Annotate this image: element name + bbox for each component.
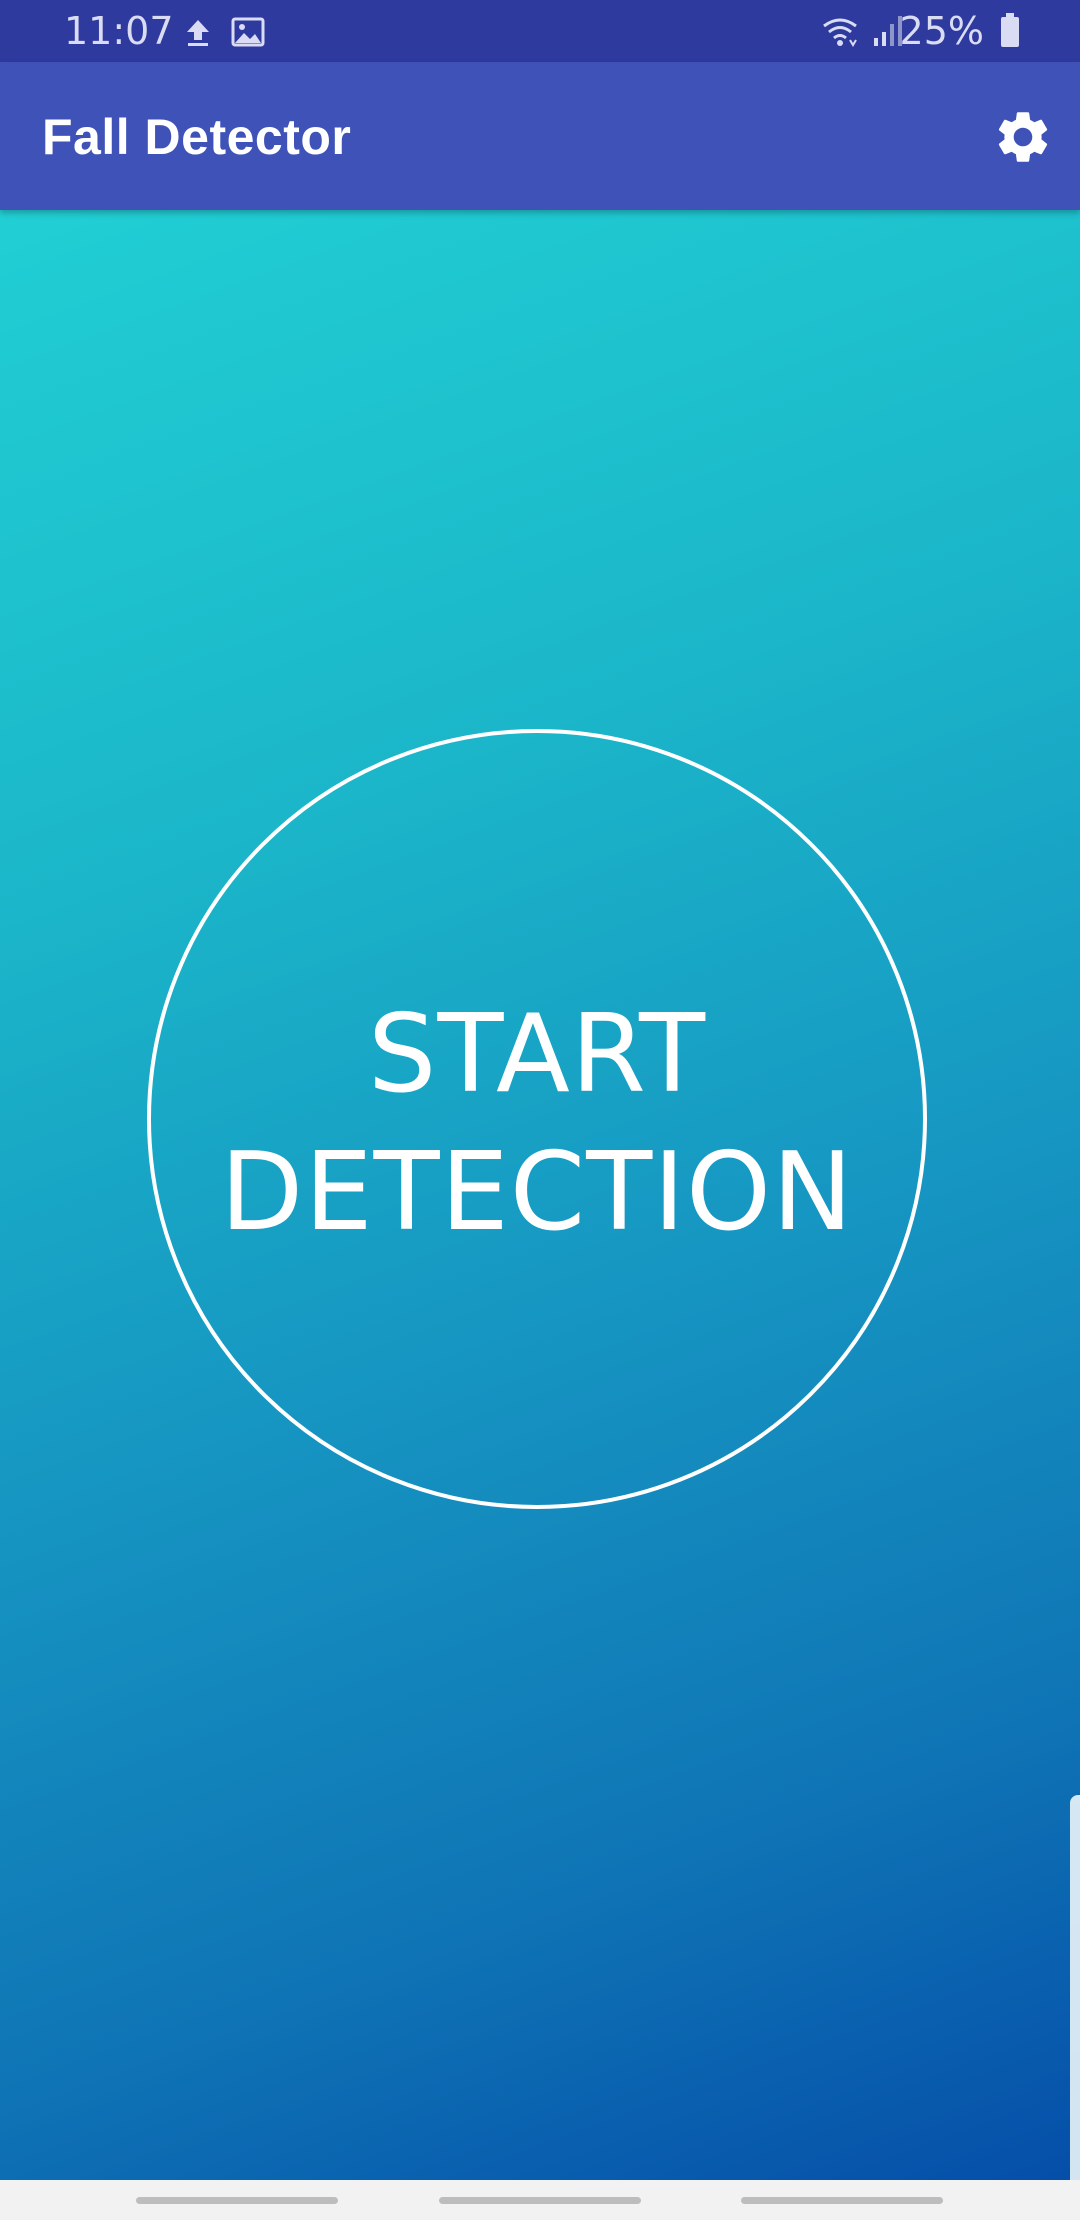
battery-percentage: 25%	[899, 9, 984, 53]
start-detection-button[interactable]: START DETECTION	[147, 729, 927, 1509]
status-time: 11:07	[64, 9, 174, 53]
edge-panel-handle[interactable]	[1070, 1795, 1080, 2217]
main-content: START DETECTION	[0, 210, 1080, 2217]
nav-home-button[interactable]	[439, 2197, 641, 2204]
status-bar: 11:07 25%	[0, 0, 1080, 62]
wifi-icon	[823, 18, 857, 47]
navigation-bar	[0, 2180, 1080, 2220]
app-title: Fall Detector	[42, 109, 352, 165]
start-detection-label-line2: DETECTION	[220, 1130, 854, 1255]
screen: 11:07 25% Fall Detector START DETECTION	[0, 0, 1080, 2220]
settings-button[interactable]	[992, 106, 1054, 168]
nav-back-button[interactable]	[741, 2197, 943, 2204]
nav-recents-button[interactable]	[136, 2197, 338, 2204]
start-detection-label-line1: START	[367, 992, 707, 1117]
upload-icon	[187, 20, 209, 46]
app-bar: Fall Detector	[0, 62, 1080, 210]
gear-icon	[998, 112, 1048, 162]
battery-icon	[1001, 13, 1019, 47]
image-icon	[231, 17, 265, 47]
